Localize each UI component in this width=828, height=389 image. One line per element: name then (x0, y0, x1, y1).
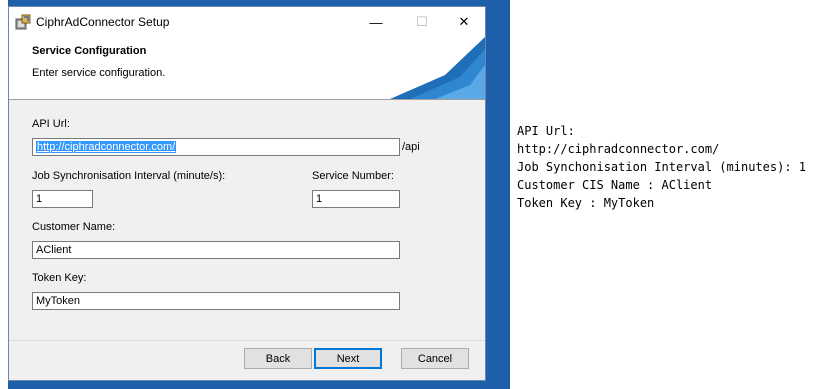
note-line-token-key: Token Key : MyToken (517, 196, 655, 210)
maximize-button[interactable]: ☐ (399, 7, 445, 37)
minimize-icon: — (369, 14, 383, 30)
token-key-label: Token Key: (32, 272, 87, 284)
setup-window: CiphrAdConnector Setup — ☐ ✕ Service Con… (8, 6, 486, 381)
note-line-job-interval: Job Synchonisation Interval (minutes): 1 (517, 160, 806, 174)
page-heading: Service Configuration (32, 45, 147, 57)
api-url-label: API Url: (32, 118, 70, 130)
next-button[interactable]: Next (314, 348, 382, 369)
close-button[interactable]: ✕ (441, 7, 487, 37)
header-banner: Service Configuration Enter service conf… (9, 37, 485, 100)
banner-swoosh-graphic (390, 37, 485, 99)
note-line-customer-name: Customer CIS Name : AClient (517, 178, 713, 192)
service-number-label: Service Number: (312, 170, 394, 182)
job-interval-input[interactable]: 1 (32, 190, 93, 208)
api-suffix-label: /api (402, 141, 420, 153)
back-button[interactable]: Back (244, 348, 312, 369)
note-line-api-url-label: API Url: (517, 124, 575, 138)
config-notes: API Url: http://ciphradconnector.com/ Jo… (517, 122, 806, 212)
maximize-icon: ☐ (416, 14, 428, 29)
button-bar: Back Next Cancel (9, 340, 485, 383)
api-url-input[interactable]: http://ciphradconnector.com/ (32, 138, 400, 156)
service-number-input[interactable]: 1 (312, 190, 400, 208)
installer-icon (15, 14, 31, 30)
job-interval-label: Job Synchronisation Interval (minute/s): (32, 170, 226, 182)
window-title: CiphrAdConnector Setup (36, 15, 170, 29)
token-key-input[interactable]: MyToken (32, 292, 400, 310)
form-area: API Url: http://ciphradconnector.com/ /a… (9, 100, 485, 340)
customer-name-label: Customer Name: (32, 221, 116, 233)
page-subheading: Enter service configuration. (32, 67, 166, 79)
customer-name-input[interactable]: AClient (32, 241, 400, 259)
desktop-left-panel (0, 0, 8, 389)
minimize-button[interactable]: — (353, 7, 399, 37)
cancel-button[interactable]: Cancel (401, 348, 469, 369)
title-bar[interactable]: CiphrAdConnector Setup — ☐ ✕ (9, 7, 485, 37)
close-icon: ✕ (458, 14, 470, 29)
api-url-value: http://ciphradconnector.com/ (36, 141, 177, 153)
note-line-api-url: http://ciphradconnector.com/ (517, 142, 720, 156)
